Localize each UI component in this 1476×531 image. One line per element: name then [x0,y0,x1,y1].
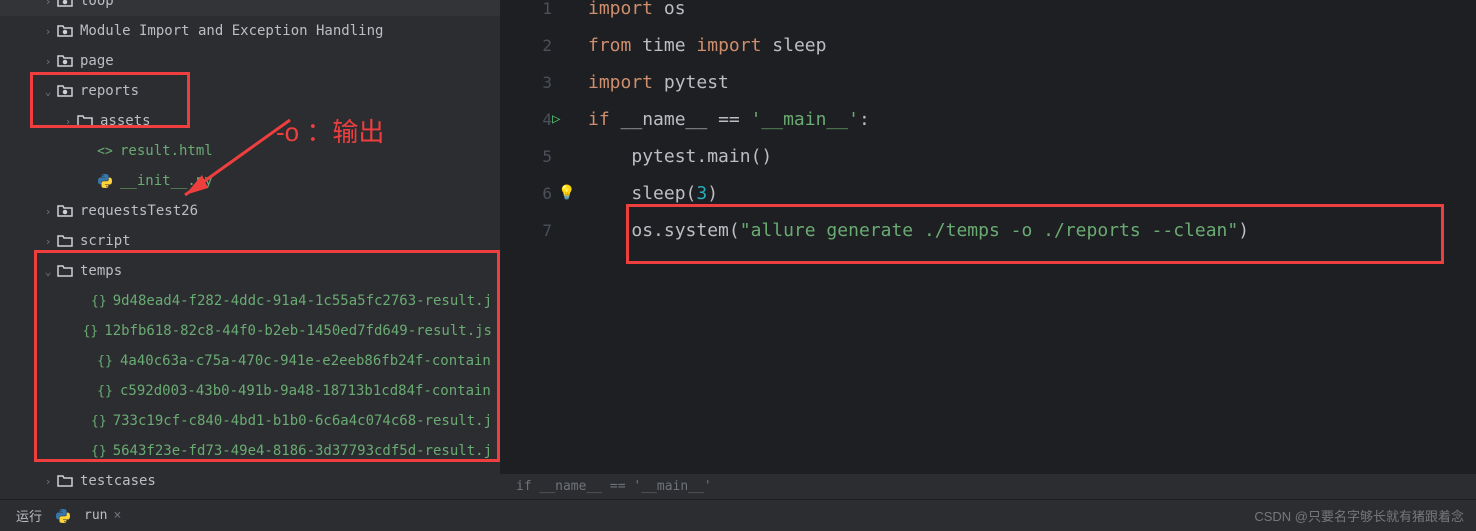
gutter-line-6[interactable]: 6 [500,175,552,212]
file-tree: › loop › Module Import and Exception Handli… [0,0,500,499]
tree-item-result-html[interactable]: <> result.html [0,136,500,166]
tree-item-9d48ead4-f282-4ddc-91a4-1c55a5fc2763-result-j[interactable]: {} 9d48ead4-f282-4ddc-91a4-1c55a5fc2763-r… [0,286,500,316]
tree-item-reports[interactable]: ⌄ reports [0,76,500,106]
tree-item-testcases[interactable]: › testcases [0,466,500,496]
tree-item-requeststest26[interactable]: › requestsTest26 [0,196,500,226]
tree-label: page [80,53,114,69]
tree-label: assets [100,113,151,129]
tree-label: 9d48ead4-f282-4ddc-91a4-1c55a5fc2763-res… [113,293,492,309]
bulb-icon[interactable]: 💡 [558,175,575,212]
tree-label: script [80,233,131,249]
tree-label: reports [80,83,139,99]
tree-label: 733c19cf-c840-4bd1-b1b0-6c6a4c074c68-res… [113,413,492,429]
run-panel-label[interactable]: 运行 [16,506,42,525]
tree-label: 5643f23e-fd73-49e4-8186-3d37793cdf5d-res… [113,443,492,459]
folder-dot-icon [56,84,74,98]
breadcrumb[interactable]: if __name__ == '__main__' [500,473,1476,499]
tree-label: result.html [120,143,213,159]
watermark: CSDN @只要名字够长就有猪跟着念 [1254,506,1464,525]
folder-icon [56,264,74,278]
run-icon[interactable]: ▷ [552,101,560,138]
tree-item-4a40c63a-c75a-470c-941e-e2eeb86fb24f-contain[interactable]: {} 4a40c63a-c75a-470c-941e-e2eeb86fb24f-c… [0,346,500,376]
tree-label: __init__.py [120,173,213,189]
tree-item-module-import-and-exception-handling[interactable]: › Module Import and Exception Handling [0,16,500,46]
gutter-line-4[interactable]: 4▷ [500,101,552,138]
tree-item-12bfb618-82c8-44f0-b2eb-1450ed7fd649-result-js[interactable]: {} 12bfb618-82c8-44f0-b2eb-1450ed7fd649-r… [0,316,500,346]
code-line-4[interactable]: if __name__ == '__main__': [588,101,1476,138]
code-line-3[interactable]: import pytest [588,64,1476,101]
gutter-line-3[interactable]: 3 [500,64,552,101]
tree-label: requestsTest26 [80,203,198,219]
gutter-line-2[interactable]: 2 [500,27,552,64]
chevron-right-icon[interactable]: › [40,55,56,68]
chevron-right-icon[interactable]: › [40,205,56,218]
folder-icon [56,474,74,488]
python-icon [54,509,72,523]
chevron-right-icon[interactable]: › [60,115,76,128]
folder-dot-icon [56,204,74,218]
chevron-down-icon[interactable]: ⌄ [40,85,56,98]
tree-label: 4a40c63a-c75a-470c-941e-e2eeb86fb24f-con… [120,353,491,369]
json-icon: {} [91,444,107,459]
tree-item-temps[interactable]: ⌄ temps [0,256,500,286]
tree-label: loop [80,0,114,9]
tree-label: temps [80,263,122,279]
json-icon: {} [91,414,107,429]
folder-icon [76,114,94,128]
folder-icon [56,234,74,248]
line-gutter: 1234▷567 [500,0,570,473]
gutter-line-1[interactable]: 1 [500,0,552,27]
tree-label: 12bfb618-82c8-44f0-b2eb-1450ed7fd649-res… [104,323,492,339]
tree-item-script[interactable]: › script [0,226,500,256]
gutter-line-5[interactable]: 5 [500,138,552,175]
code-line-1[interactable]: import os [588,0,1476,27]
close-icon[interactable]: × [114,508,122,523]
json-icon: {} [96,384,114,399]
code-content[interactable]: import osfrom time import sleepimport py… [570,0,1476,473]
tree-label: Module Import and Exception Handling [80,23,383,39]
code-line-6[interactable]: 💡 sleep(3) [588,175,1476,212]
tree-item-loop[interactable]: › loop [0,0,500,16]
tree-item-assets[interactable]: › assets [0,106,500,136]
tree-item-c592d003-43b0-491b-9a48-18713b1cd84f-contain[interactable]: {} c592d003-43b0-491b-9a48-18713b1cd84f-c… [0,376,500,406]
folder-dot-icon [56,0,74,8]
code-line-7[interactable]: os.system("allure generate ./temps -o ./… [588,212,1476,249]
tree-label: c592d003-43b0-491b-9a48-18713b1cd84f-con… [120,383,491,399]
tree-item---init---py[interactable]: __init__.py [0,166,500,196]
tree-item-733c19cf-c840-4bd1-b1b0-6c6a4c074c68-result-j[interactable]: {} 733c19cf-c840-4bd1-b1b0-6c6a4c074c68-r… [0,406,500,436]
chevron-right-icon[interactable]: › [40,25,56,38]
tree-label: testcases [80,473,156,489]
chevron-right-icon[interactable]: › [40,0,56,8]
folder-dot-icon [56,24,74,38]
tree-item-page[interactable]: › page [0,46,500,76]
gutter-line-7[interactable]: 7 [500,212,552,249]
folder-dot-icon [56,54,74,68]
code-line-2[interactable]: from time import sleep [588,27,1476,64]
chevron-right-icon[interactable]: › [40,235,56,248]
run-tab[interactable]: run × [54,508,121,523]
json-icon: {} [83,324,99,339]
tree-item-5643f23e-fd73-49e4-8186-3d37793cdf5d-result-j[interactable]: {} 5643f23e-fd73-49e4-8186-3d37793cdf5d-r… [0,436,500,466]
code-editor: 1234▷567 import osfrom time import sleep… [500,0,1476,499]
json-icon: {} [91,294,107,309]
json-icon: {} [96,354,114,369]
chevron-down-icon[interactable]: ⌄ [40,265,56,278]
code-line-5[interactable]: pytest.main() [588,138,1476,175]
html-icon: <> [96,144,114,159]
run-tab-label: run [84,508,107,523]
python-icon [96,174,114,188]
chevron-right-icon[interactable]: › [40,475,56,488]
